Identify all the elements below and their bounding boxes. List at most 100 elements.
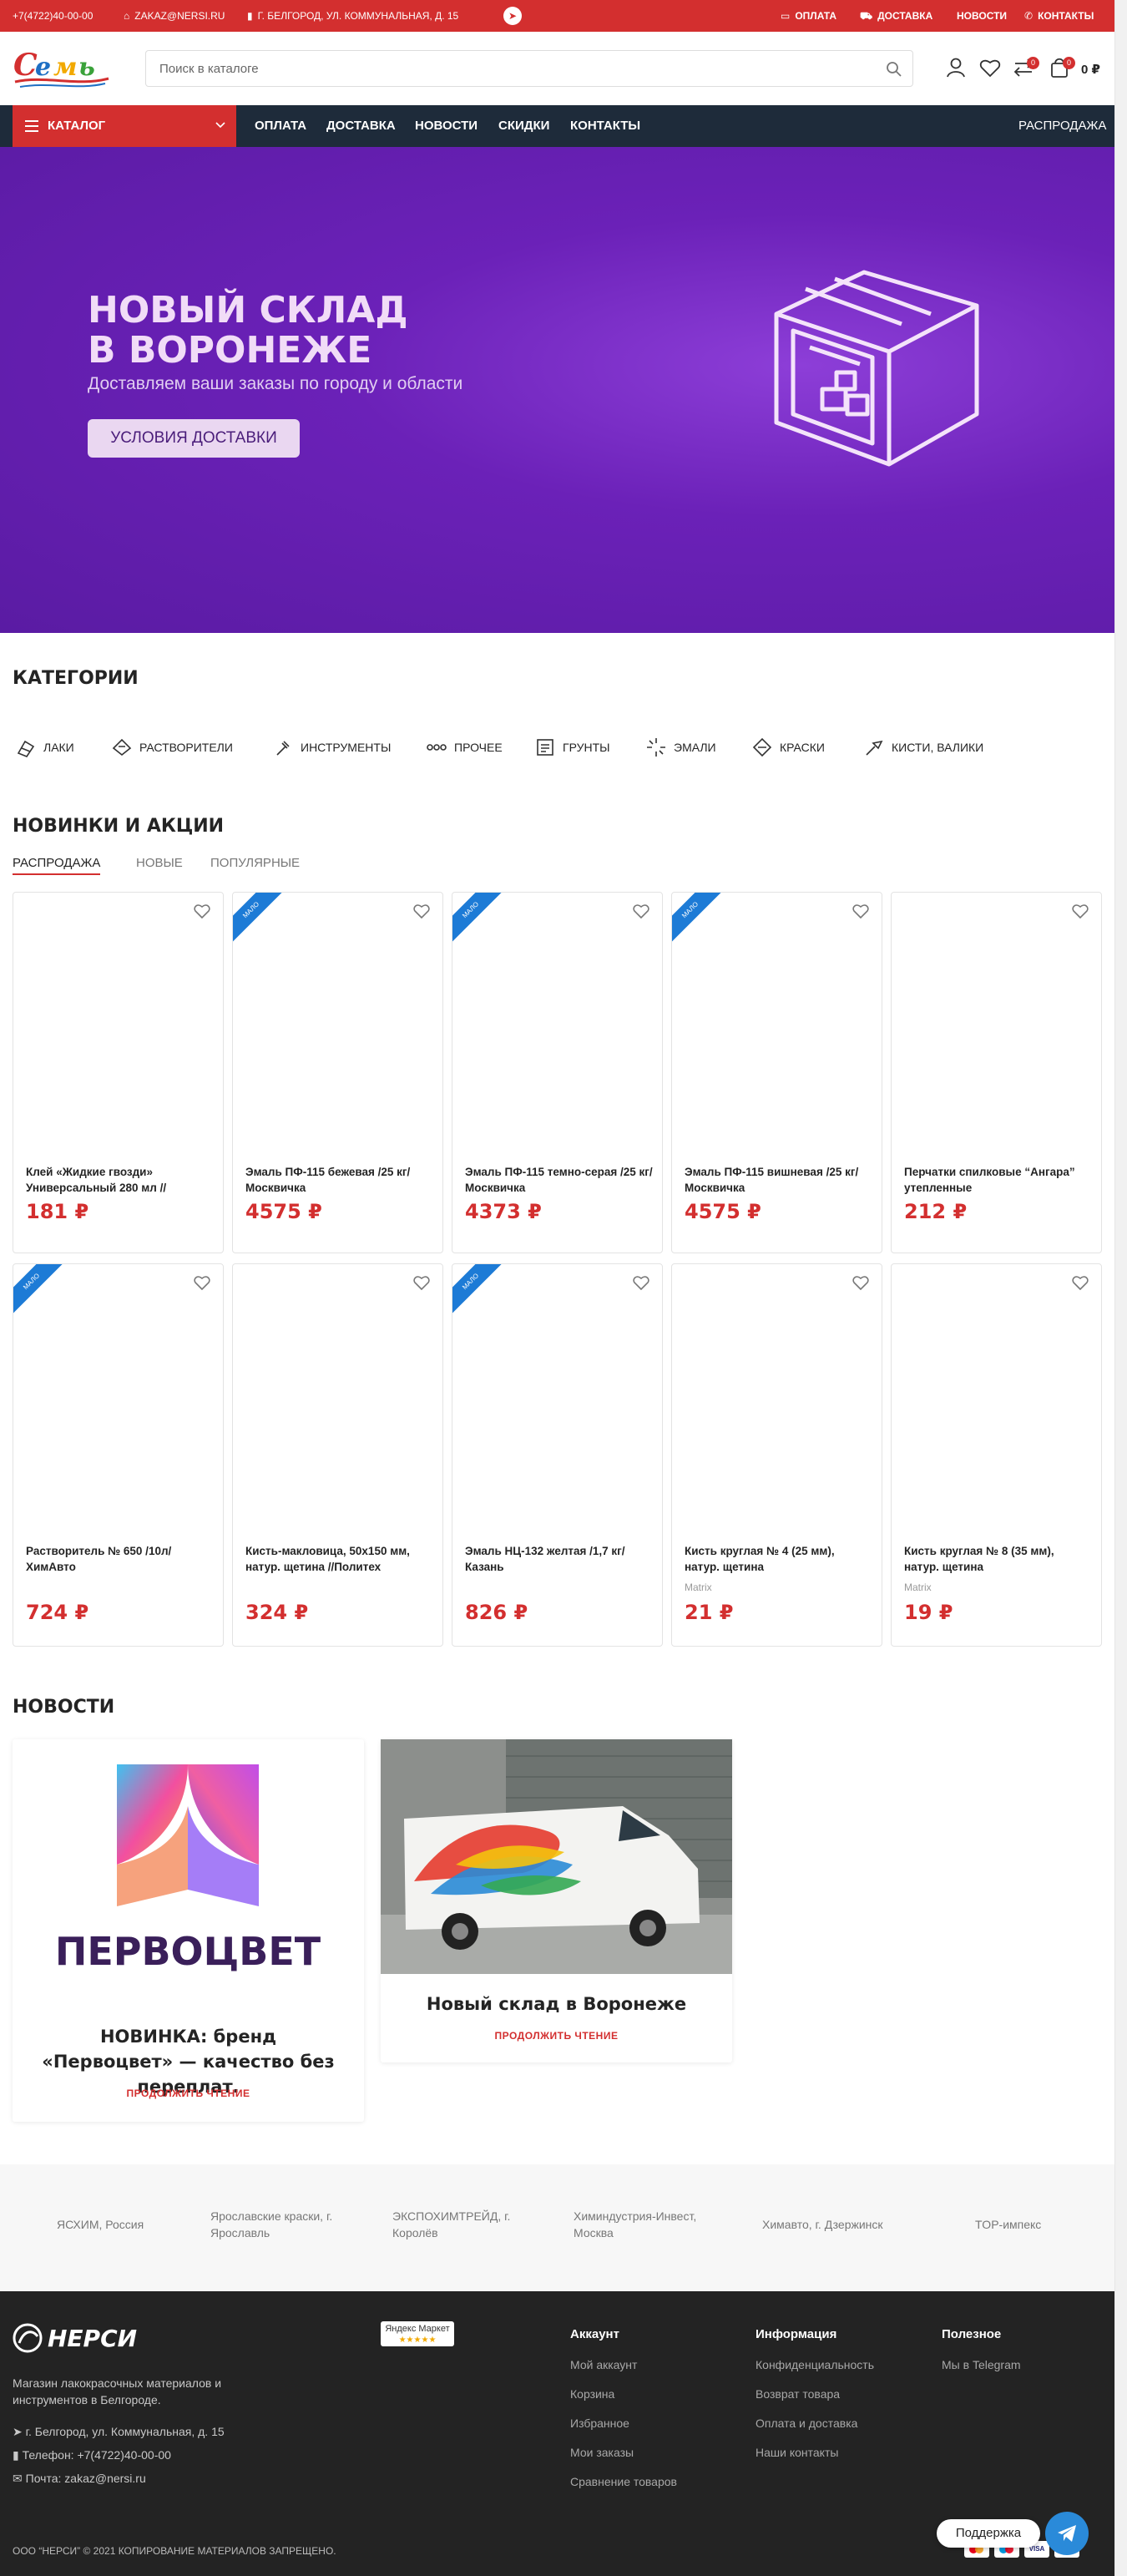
category-item-primer[interactable]: ГРУНТЫ bbox=[534, 735, 610, 760]
page-scrollbar[interactable] bbox=[1114, 0, 1127, 2576]
footer-link-cart[interactable]: Корзина bbox=[570, 2387, 614, 2401]
product-card[interactable]: МАЛО Эмаль НЦ-132 желтая /1,7 кг/ Казань 8… bbox=[452, 1263, 663, 1647]
nav-link-news[interactable]: НОВОСТИ bbox=[415, 119, 478, 133]
nav-link-discounts[interactable]: СКИДКИ bbox=[498, 119, 549, 133]
footer-phone-text: Телефон: +7(4722)40-00-00 bbox=[22, 2448, 171, 2462]
account-icon[interactable] bbox=[943, 55, 968, 80]
wishlist-heart-icon[interactable] bbox=[852, 903, 870, 919]
brand-item[interactable]: ЯСХИМ, Россия bbox=[57, 2216, 190, 2233]
product-name[interactable]: Кисть-макловица, 50х150 мм, натур. щетин… bbox=[245, 1543, 433, 1575]
footer-phone[interactable]: ▮ Телефон: +7(4722)40-00-00 bbox=[13, 2448, 171, 2462]
delivery-terms-button[interactable]: УСЛОВИЯ ДОСТАВКИ bbox=[88, 419, 300, 458]
tab-sale[interactable]: РАСПРОДАЖА bbox=[13, 856, 101, 875]
category-item-enamel[interactable]: ЭМАЛИ bbox=[645, 735, 716, 760]
tab-new[interactable]: НОВЫЕ bbox=[136, 856, 183, 870]
product-name[interactable]: Эмаль НЦ-132 желтая /1,7 кг/ Казань bbox=[465, 1543, 653, 1575]
product-card[interactable]: Кисть-макловица, 50х150 мм, натур. щетин… bbox=[232, 1263, 443, 1647]
topbar-phone[interactable]: +7(4722)40-00-00 bbox=[13, 10, 93, 22]
wishlist-heart-icon[interactable] bbox=[852, 1274, 870, 1291]
topbar-link-payment[interactable]: ▭ ОПЛАТА bbox=[781, 10, 836, 22]
product-brand[interactable]: Matrix bbox=[904, 1582, 932, 1593]
footer-link-telegram[interactable]: Мы в Telegram bbox=[942, 2358, 1021, 2371]
product-brand[interactable]: Matrix bbox=[685, 1582, 712, 1593]
nav-link-contacts[interactable]: КОНТАКТЫ bbox=[570, 119, 640, 133]
brand-item[interactable]: Ярославские краски, г. Ярославль bbox=[210, 2208, 361, 2241]
wishlist-heart-icon[interactable] bbox=[632, 1274, 650, 1291]
footer-logo[interactable]: НЕРСИ bbox=[13, 2323, 137, 2353]
product-name[interactable]: Кисть круглая № 4 (25 мм), натур. щетина bbox=[685, 1543, 872, 1575]
footer-col-title-useful: Полезное bbox=[942, 2327, 1002, 2341]
nav-link-payment[interactable]: ОПЛАТА bbox=[255, 119, 306, 133]
wishlist-heart-icon[interactable] bbox=[1071, 1274, 1089, 1291]
wishlist-heart-icon[interactable] bbox=[632, 903, 650, 919]
product-card[interactable]: Кисть круглая № 4 (25 мм), натур. щетина… bbox=[671, 1263, 882, 1647]
footer-link-payment-delivery[interactable]: Оплата и доставка bbox=[756, 2417, 857, 2430]
wishlist-heart-icon[interactable] bbox=[193, 903, 211, 919]
news-item-title[interactable]: Новый склад в Воронеже bbox=[381, 1991, 732, 2017]
low-stock-ribbon: МАЛО bbox=[672, 893, 727, 947]
search-input[interactable] bbox=[146, 51, 856, 86]
product-name[interactable]: Эмаль ПФ-115 бежевая /25 кг/ Москвичка bbox=[245, 1164, 433, 1196]
product-card[interactable]: МАЛО Эмаль ПФ-115 темно-серая /25 кг/ Мос… bbox=[452, 892, 663, 1253]
footer-email[interactable]: ✉ Почта: zakaz@nersi.ru bbox=[13, 2472, 146, 2486]
brand-item[interactable]: Химиндустрия-Инвест, Москва bbox=[574, 2208, 715, 2241]
product-name[interactable]: Растворитель № 650 /10л/ ХимАвто bbox=[26, 1543, 214, 1575]
brand-item[interactable]: TOP-импекс bbox=[975, 2216, 1075, 2233]
wishlist-heart-icon[interactable] bbox=[412, 1274, 431, 1291]
cart-total[interactable]: 0 ₽ bbox=[1081, 62, 1100, 77]
product-card[interactable]: МАЛО Эмаль ПФ-115 вишневая /25 кг/ Москви… bbox=[671, 892, 882, 1253]
product-name[interactable]: Кисть круглая № 8 (35 мм), натур. щетина bbox=[904, 1543, 1092, 1575]
topbar-link-contacts[interactable]: ✆ КОНТАКТЫ bbox=[1024, 10, 1094, 22]
brand-item[interactable]: ЭКСПОХИМТРЕЙД, г. Королёв bbox=[392, 2208, 534, 2241]
category-item-solvent[interactable]: РАСТВОРИТЕЛИ bbox=[111, 735, 233, 760]
product-card[interactable]: Перчатки спилковые “Ангара” утепленные 21… bbox=[891, 892, 1102, 1253]
yandex-market-badge[interactable]: Яндекс Маркет ★★★★★ bbox=[381, 2321, 454, 2346]
search-icon[interactable] bbox=[886, 61, 902, 78]
category-item-brushes[interactable]: КИСТИ, ВАЛИКИ bbox=[863, 735, 983, 760]
telegram-chat-button[interactable] bbox=[1045, 2512, 1089, 2555]
tab-popular[interactable]: ПОПУЛЯРНЫЕ bbox=[210, 856, 300, 870]
footer-link-orders[interactable]: Мои заказы bbox=[570, 2446, 634, 2459]
product-card[interactable]: Кисть круглая № 8 (35 мм), натур. щетина… bbox=[891, 1263, 1102, 1647]
product-card[interactable]: МАЛО Эмаль ПФ-115 бежевая /25 кг/ Москвич… bbox=[232, 892, 443, 1253]
support-chat-label[interactable]: Поддержка bbox=[937, 2519, 1040, 2548]
topbar-link-news[interactable]: НОВОСТИ bbox=[957, 10, 1007, 22]
read-more-link[interactable]: ПРОДОЛЖИТЬ ЧТЕНИЕ bbox=[13, 2088, 364, 2099]
brand-item[interactable]: Химавто, г. Дзержинск bbox=[762, 2216, 912, 2233]
paint-icon bbox=[752, 737, 772, 757]
product-name[interactable]: Клей «Жидкие гвозди» Универсальный 280 м… bbox=[26, 1164, 214, 1196]
solvent-icon bbox=[112, 738, 132, 757]
topbar-link-delivery[interactable]: ⛟ ДОСТАВКА bbox=[860, 10, 932, 23]
category-item-lacquer[interactable]: ЛАКИ bbox=[15, 735, 74, 760]
product-name[interactable]: Перчатки спилковые “Ангара” утепленные bbox=[904, 1164, 1092, 1196]
footer-link-privacy[interactable]: Конфиденциальность bbox=[756, 2358, 874, 2371]
telegram-icon[interactable]: ➤ bbox=[503, 7, 522, 25]
category-item-other[interactable]: ПРОЧЕЕ bbox=[426, 735, 503, 760]
site-logo[interactable]: С е м ь bbox=[12, 45, 112, 92]
product-card[interactable]: Клей «Жидкие гвозди» Универсальный 280 м… bbox=[13, 892, 224, 1253]
news-card[interactable]: ПЕРВОЦВЕТ НОВИНКА: бренд «Первоцвет» — к… bbox=[13, 1739, 364, 2122]
product-card[interactable]: МАЛО Растворитель № 650 /10л/ ХимАвто 724 … bbox=[13, 1263, 224, 1647]
footer-link-my-account[interactable]: Мой аккаунт bbox=[570, 2358, 637, 2371]
category-item-paint[interactable]: КРАСКИ bbox=[751, 735, 825, 760]
hero-banner: НОВЫЙ СКЛАД В ВОРОНЕЖЕ Доставляем ваши з… bbox=[0, 147, 1114, 633]
pervotsvet-logo-image: ПЕРВОЦВЕТ bbox=[55, 1764, 321, 1974]
wishlist-heart-icon[interactable] bbox=[412, 903, 431, 919]
topbar-email[interactable]: ⌂ ZAKAZ@NERSI.RU bbox=[124, 10, 225, 22]
footer-link-wishlist[interactable]: Избранное bbox=[570, 2417, 629, 2430]
product-name[interactable]: Эмаль ПФ-115 вишневая /25 кг/ Москвичка bbox=[685, 1164, 872, 1196]
footer-link-compare[interactable]: Сравнение товаров bbox=[570, 2475, 677, 2488]
telegram-icon bbox=[1058, 2525, 1076, 2542]
footer-link-returns[interactable]: Возврат товара bbox=[756, 2387, 840, 2401]
product-name[interactable]: Эмаль ПФ-115 темно-серая /25 кг/ Москвич… bbox=[465, 1164, 653, 1196]
wishlist-heart-icon[interactable] bbox=[1071, 903, 1089, 919]
nav-link-sale[interactable]: РАСПРОДАЖА bbox=[1018, 119, 1106, 133]
news-card[interactable]: Новый склад в Воронеже ПРОДОЛЖИТЬ ЧТЕНИЕ bbox=[381, 1739, 732, 2062]
read-more-link[interactable]: ПРОДОЛЖИТЬ ЧТЕНИЕ bbox=[381, 2030, 732, 2042]
footer-link-contacts[interactable]: Наши контакты bbox=[756, 2446, 838, 2459]
catalog-menu-button[interactable]: КАТАЛОГ bbox=[13, 105, 236, 147]
category-item-tools[interactable]: ИНСТРУМЕНТЫ bbox=[272, 735, 391, 760]
wishlist-icon[interactable] bbox=[978, 55, 1003, 80]
nav-link-delivery[interactable]: ДОСТАВКА bbox=[326, 119, 396, 133]
wishlist-heart-icon[interactable] bbox=[193, 1274, 211, 1291]
